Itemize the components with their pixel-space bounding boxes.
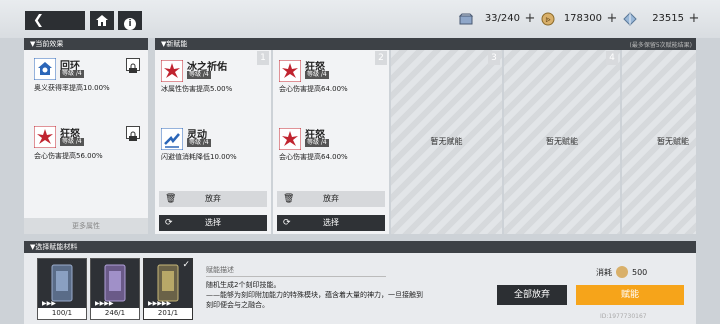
chip-icon bbox=[458, 13, 474, 24]
module-icon bbox=[104, 264, 126, 302]
empty-ability-slot: 3 暂无赋能 bbox=[391, 50, 502, 234]
empower-button[interactable]: 赋能 bbox=[576, 285, 684, 305]
new-ability-header: ▼新赋能 bbox=[155, 38, 696, 50]
module-icon bbox=[51, 264, 73, 302]
coin-icon bbox=[616, 266, 628, 278]
ice-blessing-icon bbox=[161, 60, 183, 82]
loop-icon bbox=[34, 58, 56, 80]
material-count: 100/1 bbox=[38, 308, 86, 319]
talent-level: 等级 /4 bbox=[305, 71, 329, 79]
agile-icon bbox=[161, 128, 183, 150]
rarity-stars: ▶▶▶▶ bbox=[95, 300, 114, 307]
lock-button[interactable] bbox=[126, 58, 140, 73]
slot-number: 3 bbox=[488, 51, 500, 65]
talent-desc: 会心伤害提高64.00% bbox=[279, 85, 348, 93]
more-attributes-button[interactable]: 更多属性 bbox=[24, 218, 148, 234]
materials-header: ▼选择赋能材料 bbox=[24, 241, 696, 253]
empty-ability-slot: 暂无赋能 bbox=[622, 50, 696, 234]
talent-item: 狂怒 等级 /4 会心伤害提高64.00% bbox=[273, 120, 389, 180]
talent-desc: 冰属性伤害提高5.00% bbox=[161, 85, 233, 93]
select-button[interactable]: ⟳ 选择 bbox=[277, 215, 385, 231]
material-item[interactable]: ▶▶▶ 100/1 bbox=[37, 258, 87, 320]
select-label: 选择 bbox=[323, 218, 339, 227]
effect-level: 等级 /4 bbox=[60, 70, 84, 78]
empty-label: 暂无赋能 bbox=[430, 137, 463, 146]
talent-level: 等级 /4 bbox=[305, 139, 329, 147]
empty-ability-slot: 4 暂无赋能 bbox=[504, 50, 620, 234]
coin-icon: ᐉ bbox=[541, 12, 555, 25]
material-count: 201/1 bbox=[144, 308, 192, 319]
ability-slot: 2 狂怒 等级 /4 会心伤害提高64.00% 狂怒 等级 /4 会心伤害提高6… bbox=[273, 50, 389, 234]
add-crystals-button[interactable]: + bbox=[688, 11, 700, 26]
discard-label: 放弃 bbox=[205, 194, 221, 203]
check-icon: ✓ bbox=[182, 260, 190, 270]
talent-desc: 会心伤害提高64.00% bbox=[279, 153, 348, 161]
resource-value: 178300 bbox=[563, 13, 602, 24]
swap-icon: ⟳ bbox=[283, 218, 291, 228]
cost-display: 消耗 500 bbox=[596, 266, 647, 278]
effect-level: 等级 /4 bbox=[60, 138, 84, 146]
discard-all-button[interactable]: 全部放弃 bbox=[497, 285, 567, 305]
add-coins-button[interactable]: + bbox=[606, 11, 618, 26]
description-title: 赋能描述 bbox=[206, 266, 234, 274]
material-count: 246/1 bbox=[91, 308, 139, 319]
effect-desc: 奥义获得率提高10.00% bbox=[34, 84, 110, 92]
divider bbox=[206, 276, 386, 277]
empty-label: 暂无赋能 bbox=[546, 137, 578, 146]
select-button[interactable]: ⟳ 选择 bbox=[159, 215, 267, 231]
select-label: 选择 bbox=[205, 218, 221, 227]
back-button[interactable]: ❮ bbox=[25, 11, 85, 30]
talent-item: 灵动 等级 /4 闪避值消耗降低10.00% bbox=[155, 120, 271, 180]
resource-chips: 33/240 + bbox=[458, 10, 536, 27]
trash-icon: 🗑 bbox=[165, 194, 177, 204]
user-id: ID:1977730167 bbox=[600, 313, 647, 320]
lock-icon bbox=[129, 63, 137, 73]
slot-number: 4 bbox=[606, 51, 618, 65]
rarity-stars: ▶▶▶▶▶ bbox=[148, 300, 172, 307]
lock-icon bbox=[129, 131, 137, 141]
description-body: 随机生成2个刻印技能。 ——能够为刻印附加能力的特殊模块，蕴含着大量的神力，一旦… bbox=[206, 281, 423, 309]
current-effects-header: ▼当前效果 bbox=[24, 38, 148, 50]
cost-value: 500 bbox=[632, 267, 648, 277]
resource-value: 33/240 bbox=[484, 13, 520, 24]
empty-label: 暂无赋能 bbox=[657, 137, 689, 146]
discard-button[interactable]: 🗑 放弃 bbox=[277, 191, 385, 207]
info-button[interactable]: i bbox=[118, 11, 142, 30]
talent-item: 狂怒 等级 /4 会心伤害提高64.00% bbox=[273, 52, 389, 112]
resource-coins: ᐉ 178300 + bbox=[540, 10, 618, 27]
trash-icon: 🗑 bbox=[283, 194, 295, 204]
rarity-stars: ▶▶▶ bbox=[42, 300, 56, 307]
talent-desc: 闪避值消耗降低10.00% bbox=[161, 153, 237, 161]
resource-crystals: 23515 + bbox=[622, 10, 700, 27]
resource-value: 23515 bbox=[652, 13, 684, 24]
talent-item: 冰之祈佑 等级 /4 冰属性伤害提高5.00% bbox=[155, 52, 271, 112]
add-chips-button[interactable]: + bbox=[524, 11, 536, 26]
talent-level: 等级 /4 bbox=[187, 71, 211, 79]
fury-icon bbox=[279, 60, 301, 82]
effect-desc: 会心伤害提高56.00% bbox=[34, 152, 103, 160]
crystal-icon bbox=[623, 11, 637, 26]
fury-icon bbox=[279, 128, 301, 150]
svg-text:ᐉ: ᐉ bbox=[545, 16, 550, 24]
fury-icon bbox=[34, 126, 56, 148]
ability-slot: 1 冰之祈佑 等级 /4 冰属性伤害提高5.00% 灵动 等级 /4 闪避值消耗… bbox=[155, 50, 271, 234]
lock-button[interactable] bbox=[126, 126, 140, 141]
current-effects-panel: 回环 等级 /4 奥义获得率提高10.00% 狂怒 等级 /4 会心伤害提高56… bbox=[24, 50, 148, 234]
talent-level: 等级 /4 bbox=[187, 139, 211, 147]
arrow-left-icon: ❮ bbox=[33, 13, 44, 28]
home-button[interactable] bbox=[90, 11, 114, 30]
cost-label: 消耗 bbox=[596, 267, 612, 277]
info-icon: i bbox=[124, 18, 136, 30]
material-item[interactable]: ▶▶▶▶ 246/1 bbox=[90, 258, 140, 320]
module-icon bbox=[157, 264, 179, 302]
home-icon bbox=[96, 15, 108, 26]
material-item-selected[interactable]: ✓ ▶▶▶▶▶ 201/1 bbox=[143, 258, 193, 320]
swap-icon: ⟳ bbox=[165, 218, 173, 228]
discard-label: 放弃 bbox=[323, 194, 339, 203]
discard-button[interactable]: 🗑 放弃 bbox=[159, 191, 267, 207]
